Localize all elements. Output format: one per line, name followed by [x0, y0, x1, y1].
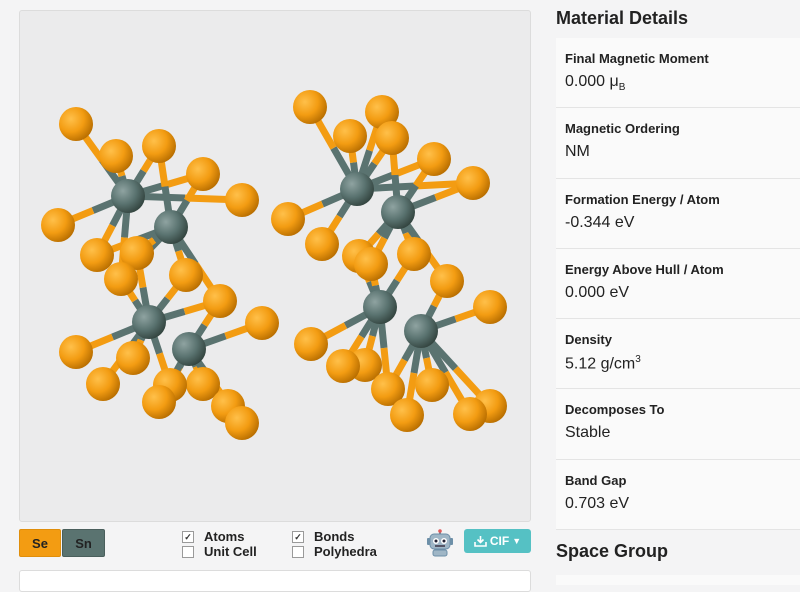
unit-cell-checkbox[interactable] — [182, 545, 194, 558]
se-atom — [169, 258, 203, 292]
detail-magnetic-ordering: Magnetic Ordering NM — [556, 108, 800, 179]
se-atom — [354, 247, 388, 281]
se-atom — [59, 335, 93, 369]
se-atom — [415, 368, 449, 402]
se-atom — [80, 238, 114, 272]
detail-decomposes-to: Decomposes To Stable — [556, 389, 800, 460]
material-details-title: Material Details — [556, 8, 689, 28]
robot-icon[interactable] — [425, 529, 455, 557]
unit-cell-label: Unit Cell — [204, 544, 257, 559]
element-legend-se[interactable]: Se — [19, 529, 61, 557]
crystal-structure-canvas[interactable] — [20, 11, 530, 521]
viewer-controls: Se Sn ✓ Atoms Unit Cell ✓ Bonds Polyhedr… — [19, 526, 531, 560]
detail-label: Magnetic Ordering — [565, 121, 680, 137]
detail-value: 5.12 g/cm3 — [565, 354, 641, 373]
sn-atom — [340, 172, 374, 206]
sn-atom — [111, 179, 145, 213]
detail-value: 0.703 eV — [565, 494, 630, 512]
detail-formation-energy: Formation Energy / Atom -0.344 eV — [556, 178, 800, 249]
se-atom — [326, 349, 360, 383]
se-atom — [225, 406, 259, 440]
detail-label: Decomposes To — [565, 402, 665, 418]
se-atom — [305, 227, 339, 261]
lower-panel — [19, 570, 531, 592]
sn-atom — [404, 314, 438, 348]
element-legend-sn[interactable]: Sn — [62, 529, 105, 557]
se-atom — [225, 183, 259, 217]
space-group-panel — [556, 575, 800, 585]
space-group-title: Space Group — [556, 541, 669, 561]
se-atom — [203, 284, 237, 318]
se-atom — [186, 157, 220, 191]
se-atom — [473, 290, 507, 324]
atoms-toggle[interactable]: ✓ Atoms — [182, 529, 244, 544]
download-cif-button[interactable]: CIF ▼ — [464, 529, 531, 553]
se-atom — [453, 397, 487, 431]
unit-cell-toggle[interactable]: Unit Cell — [182, 544, 257, 559]
atoms-checkbox[interactable]: ✓ — [182, 530, 194, 543]
detail-density: Density 5.12 g/cm3 — [556, 319, 800, 390]
atoms-label: Atoms — [204, 529, 245, 544]
sn-atom — [172, 332, 206, 366]
se-atom — [375, 121, 409, 155]
detail-band-gap: Band Gap 0.703 eV — [556, 459, 800, 531]
detail-value: 0.000 eV — [565, 283, 630, 301]
se-atom — [142, 129, 176, 163]
detail-label: Band Gap — [565, 472, 627, 488]
detail-value: NM — [565, 143, 590, 161]
se-atom — [59, 107, 93, 141]
detail-label: Formation Energy / Atom — [565, 191, 720, 207]
se-atom — [293, 90, 327, 124]
se-atom — [390, 398, 424, 432]
download-icon — [474, 535, 490, 547]
bonds-checkbox[interactable]: ✓ — [292, 530, 304, 543]
se-atom — [142, 385, 176, 419]
detail-label: Energy Above Hull / Atom — [565, 261, 724, 277]
bonds-label: Bonds — [314, 529, 355, 544]
se-atom — [456, 166, 490, 200]
polyhedra-checkbox[interactable] — [292, 545, 304, 558]
sn-atom — [132, 305, 166, 339]
detail-value: 0.000 μB — [565, 73, 626, 94]
se-atom — [99, 139, 133, 173]
download-label: CIF — [489, 534, 510, 548]
sn-atom — [381, 195, 415, 229]
bonds-toggle[interactable]: ✓ Bonds — [292, 529, 354, 544]
detail-final-magnetic-moment: Final Magnetic Moment 0.000 μB — [556, 38, 800, 109]
se-atom — [116, 341, 150, 375]
structure-viewer[interactable] — [19, 10, 531, 522]
detail-label: Final Magnetic Moment — [565, 51, 709, 66]
se-atom — [430, 264, 464, 298]
polyhedra-toggle[interactable]: Polyhedra — [292, 544, 377, 559]
detail-label: Density — [565, 332, 612, 348]
se-atom — [41, 208, 75, 242]
se-atom — [417, 142, 451, 176]
sn-atom — [363, 290, 397, 324]
chevron-down-icon: ▼ — [512, 536, 522, 546]
polyhedra-label: Polyhedra — [314, 544, 377, 559]
se-atom — [333, 119, 367, 153]
se-atom — [397, 237, 431, 271]
detail-value: Stable — [565, 424, 611, 442]
detail-value: -0.344 eV — [565, 213, 635, 231]
sn-atom — [154, 210, 188, 244]
details-list: Final Magnetic Moment 0.000 μB Magnetic … — [556, 38, 800, 531]
se-atom — [104, 262, 138, 296]
detail-energy-above-hull: Energy Above Hull / Atom 0.000 eV — [556, 248, 800, 320]
se-atom — [245, 306, 279, 340]
se-atom — [294, 327, 328, 361]
se-atom — [86, 367, 120, 401]
se-atom — [271, 202, 305, 236]
